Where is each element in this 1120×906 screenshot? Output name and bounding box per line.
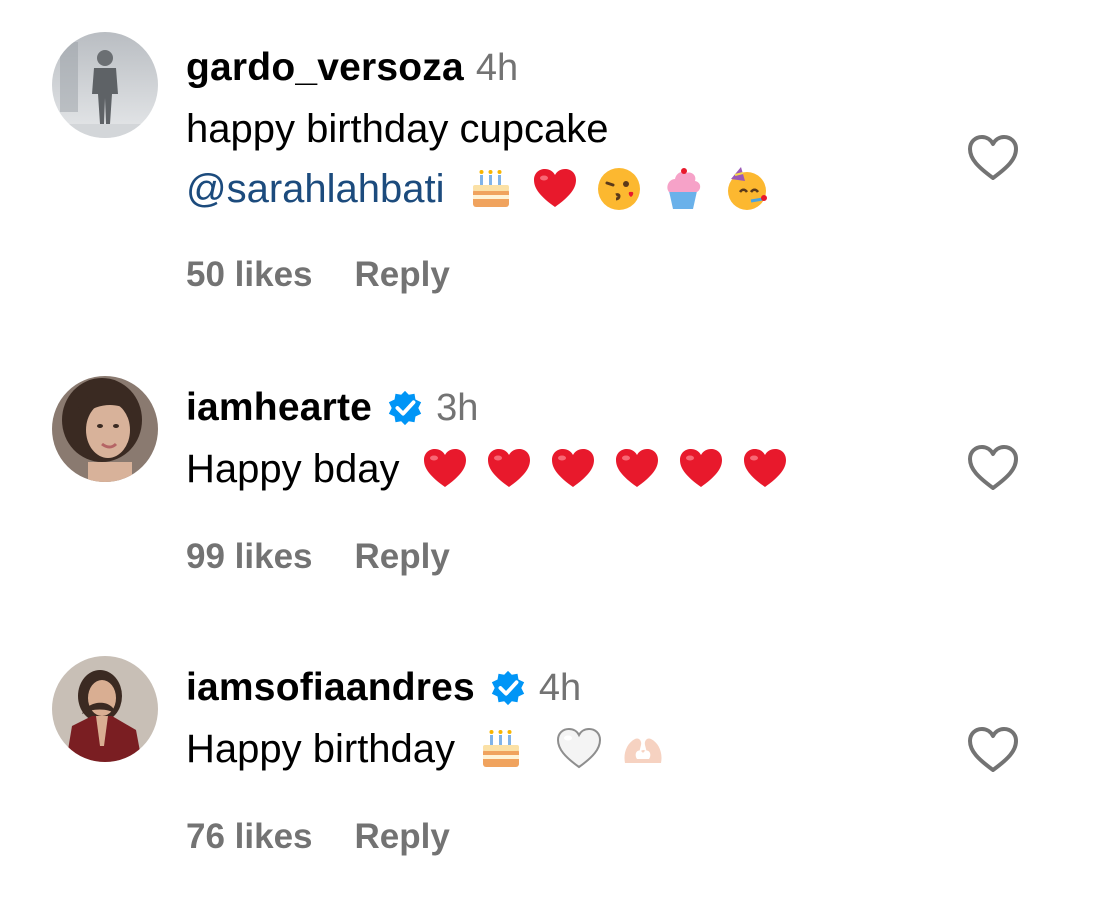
likes-count[interactable]: 76 likes: [186, 817, 313, 857]
comment-username[interactable]: iamsofiaandres: [186, 666, 475, 710]
comment-username[interactable]: iamhearte: [186, 386, 372, 430]
birthday-cake-icon: [477, 725, 525, 773]
comment-time: 3h: [436, 386, 479, 429]
like-heart-icon[interactable]: [966, 444, 1020, 492]
red-heart-icon: [741, 445, 789, 493]
red-heart-icon: [613, 445, 661, 493]
comment-text: happy birthday cupcake: [186, 107, 609, 151]
cupcake-icon: [659, 165, 707, 213]
red-heart-icon: [485, 445, 533, 493]
red-heart-icon: [531, 165, 579, 213]
reply-button[interactable]: Reply: [355, 537, 450, 577]
comment-time: 4h: [475, 46, 519, 89]
heart-hands-icon: [619, 725, 667, 773]
avatar[interactable]: [52, 32, 158, 138]
avatar[interactable]: [52, 656, 158, 762]
red-heart-icon: [677, 445, 725, 493]
red-heart-icon: [549, 445, 597, 493]
kissing-face-icon: [595, 165, 643, 213]
comment-time: 4h: [538, 666, 582, 709]
comment-text: Happy bday: [186, 447, 400, 491]
mention-link[interactable]: @sarahlahbati: [186, 160, 445, 218]
verified-badge-icon: [386, 389, 424, 427]
white-heart-icon: [555, 725, 603, 773]
likes-count[interactable]: 99 likes: [186, 537, 313, 577]
like-heart-icon[interactable]: [966, 134, 1020, 182]
likes-count[interactable]: 50 likes: [186, 255, 313, 295]
red-heart-icon: [421, 445, 469, 493]
verified-badge-icon: [489, 669, 527, 707]
comment-username[interactable]: gardo_versoza: [186, 46, 464, 90]
comment-text: Happy birthday: [186, 727, 456, 771]
birthday-cake-icon: [467, 165, 515, 213]
reply-button[interactable]: Reply: [355, 817, 450, 857]
avatar[interactable]: [52, 376, 158, 482]
partying-face-icon: [723, 165, 771, 213]
reply-button[interactable]: Reply: [355, 255, 450, 295]
like-heart-icon[interactable]: [966, 726, 1020, 774]
